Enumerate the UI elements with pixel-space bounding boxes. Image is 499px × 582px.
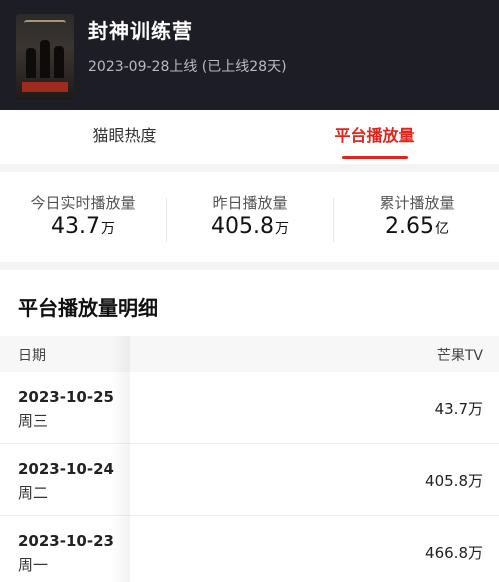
row-date: 2023-10-24: [18, 460, 114, 478]
poster-figure: [40, 40, 50, 78]
table-row: 2023-10-23 周一 466.8万: [0, 516, 499, 582]
table-row: 2023-10-24 周二 405.8万: [0, 444, 499, 516]
table-header: 日期 芒果TV: [0, 336, 499, 372]
row-date: 2023-10-23: [18, 532, 114, 550]
stat-label: 昨日播放量: [212, 194, 288, 212]
movie-title: 封神训练营: [88, 19, 193, 43]
active-tab-indicator: [342, 156, 408, 159]
stat-value: 43.7万: [0, 214, 166, 239]
movie-header: 封神训练营 2023-09-28上线 (已上线28天): [0, 0, 499, 110]
release-info: 2023-09-28上线 (已上线28天): [88, 59, 287, 75]
poster-band: [22, 82, 68, 92]
plays-detail-section: 平台播放量明细 日期 芒果TV 2023-10-25 周三 43.7万 2023…: [0, 270, 499, 582]
poster-figure: [26, 48, 36, 78]
stat-unit: 亿: [434, 221, 449, 237]
stat-label: 累计播放量: [379, 194, 455, 212]
stat-number: 43.7: [51, 214, 100, 239]
stat-total: 累计播放量 2.65亿: [334, 172, 499, 262]
row-weekday: 周三: [18, 412, 49, 430]
stat-yesterday: 昨日播放量 405.8万: [167, 172, 333, 262]
stats-panel: 今日实时播放量 43.7万 昨日播放量 405.8万 累计播放量 2.65亿: [0, 172, 499, 262]
section-title: 平台播放量明细: [18, 296, 158, 320]
stat-unit: 万: [274, 221, 289, 237]
row-weekday: 周一: [18, 556, 49, 574]
stat-value: 2.65亿: [334, 214, 499, 239]
stat-number: 405.8: [211, 214, 274, 239]
row-plays: 466.8万: [425, 544, 483, 562]
row-plays: 43.7万: [434, 400, 483, 418]
row-date: 2023-10-25: [18, 388, 114, 406]
column-header-platform[interactable]: 芒果TV: [437, 345, 483, 365]
poster-figure: [54, 46, 64, 78]
movie-poster[interactable]: [16, 14, 74, 100]
table-row: 2023-10-25 周三 43.7万: [0, 372, 499, 444]
stat-unit: 万: [100, 221, 115, 237]
stat-today: 今日实时播放量 43.7万: [0, 172, 166, 262]
poster-scribble: [24, 20, 66, 26]
stat-value: 405.8万: [167, 214, 333, 239]
tab-bar: 猫眼热度 平台播放量: [0, 110, 499, 164]
row-weekday: 周二: [18, 484, 49, 502]
stat-number: 2.65: [385, 214, 434, 239]
row-plays: 405.8万: [425, 472, 483, 490]
tab-maoyan-heat[interactable]: 猫眼热度: [0, 110, 249, 164]
stat-label: 今日实时播放量: [30, 194, 136, 212]
column-header-date: 日期: [18, 348, 46, 364]
